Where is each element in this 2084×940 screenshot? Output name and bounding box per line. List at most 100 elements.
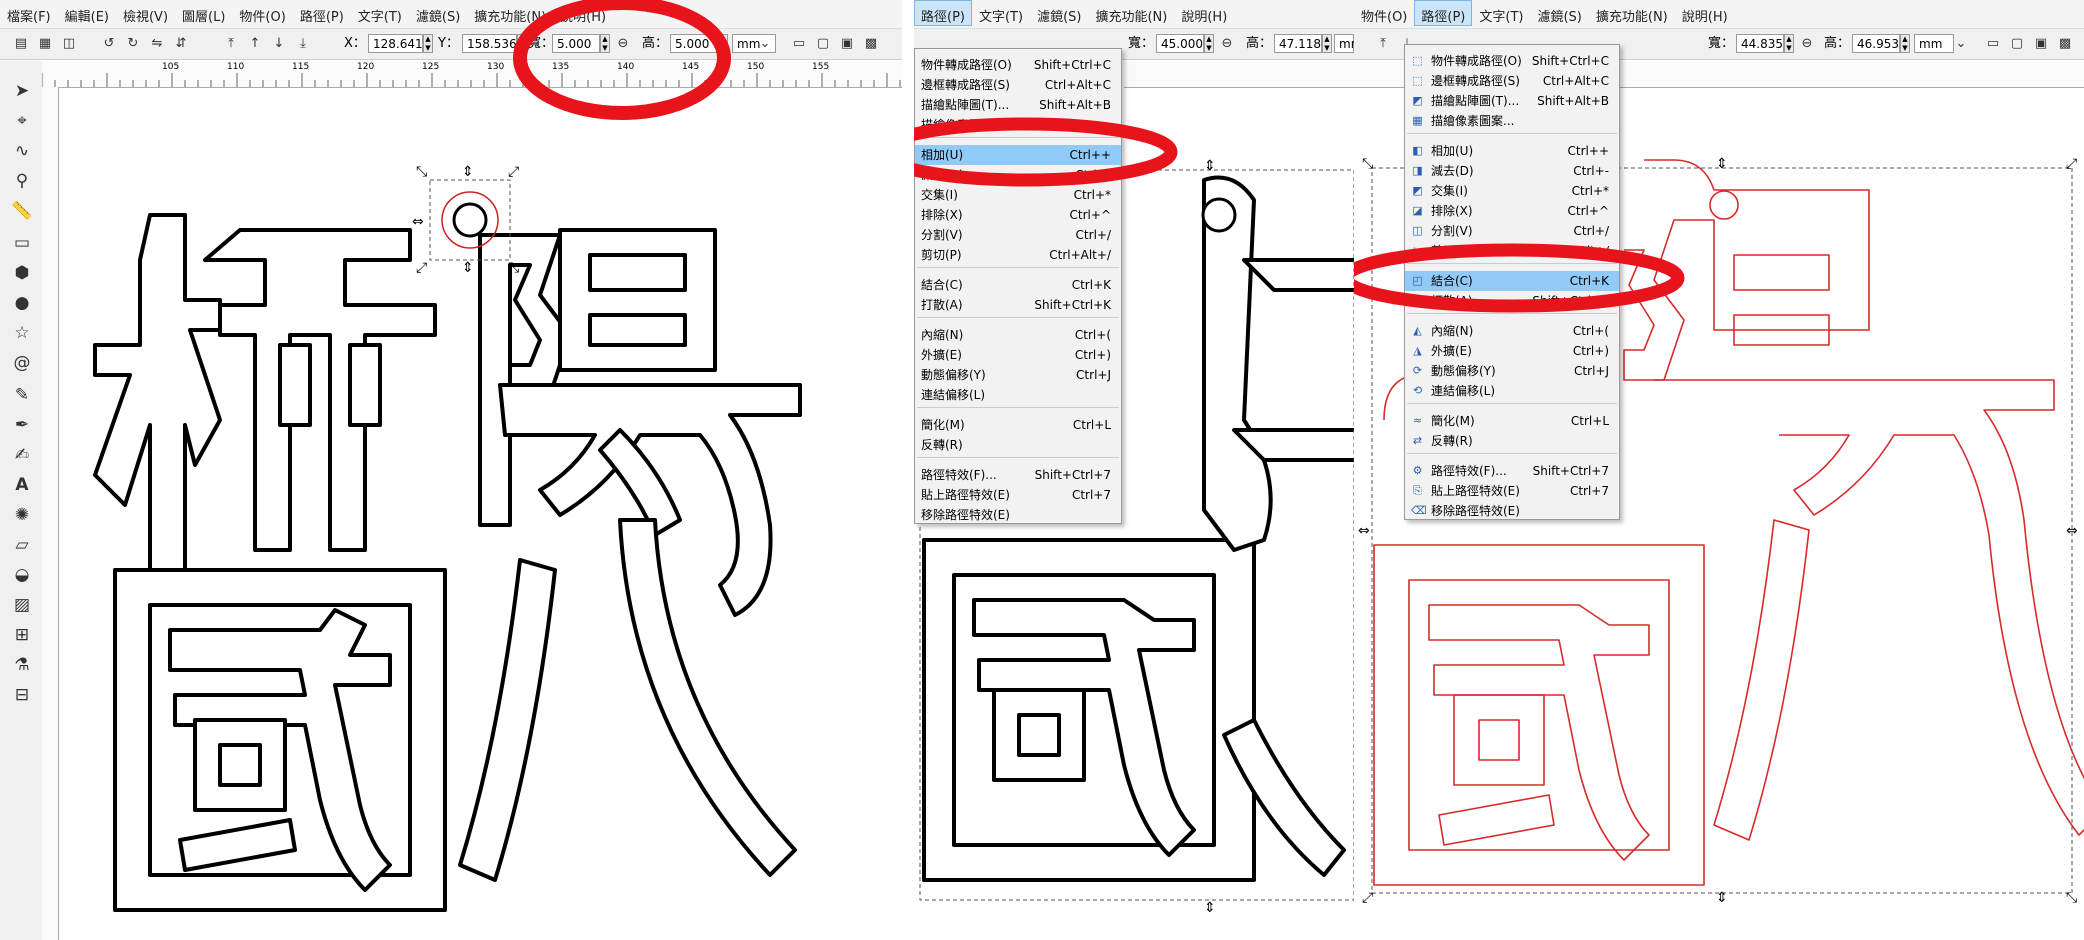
menu-item[interactable]: 描繪點陣圖(T)... Shift+Alt+B [915, 95, 1121, 115]
resize-handle-e: ⇔ [2066, 523, 2078, 539]
menu-separator [917, 137, 1119, 138]
menu-item[interactable]: ⟲ 連結偏移(L) [1405, 381, 1619, 401]
menu-item[interactable]: 描繪像素圖案... [915, 115, 1121, 135]
menu-item-icon: ◰ [1412, 274, 1423, 287]
menu-item[interactable]: 減去(D) Ctrl+- [915, 165, 1121, 185]
menu-item-icon: ≈ [1412, 414, 1423, 427]
menu-item[interactable]: 外擴(E) Ctrl+) [915, 345, 1121, 365]
menu-item[interactable]: ◫ 分割(V) Ctrl+/ [1405, 221, 1619, 241]
glyph-outline [178, 818, 297, 872]
menu-item[interactable]: 剪切(P) Ctrl+Alt+/ [915, 245, 1121, 265]
menu-item-label: 打散(A) [921, 298, 963, 312]
menu-item-shortcut: Ctrl+* [1073, 188, 1111, 202]
resize-handle-se: ⤡ [2066, 890, 2077, 906]
menu-item-icon: ◩ [1412, 184, 1423, 197]
menu-item-label: 連結偏移(L) [1431, 384, 1496, 398]
menu-item[interactable]: 相加(U) Ctrl++ [915, 145, 1121, 165]
menu-item-label: 移除路徑特效(E) [1431, 504, 1520, 518]
glyph-outline [1654, 379, 2084, 836]
menu-separator [1407, 403, 1617, 404]
menu-item-icon: ⬚ [1412, 54, 1423, 67]
menu-item-shortcut: Ctrl+J [1574, 364, 1609, 378]
menu-item[interactable]: ⌫ 移除路徑特效(E) [1405, 501, 1619, 521]
menu-item[interactable]: ◧ 相加(U) Ctrl++ [1405, 141, 1619, 161]
menu-item[interactable]: 物件轉成路徑(O) Shift+Ctrl+C [915, 55, 1121, 75]
menu-item[interactable]: ≈ 簡化(M) Ctrl+L [1405, 411, 1619, 431]
menu-item-label: 打散(A) [1431, 294, 1473, 308]
glyph-outline [93, 213, 222, 597]
resize-handle-w: ⇔ [412, 214, 424, 230]
menu-item-label: 動態偏移(Y) [1431, 364, 1496, 378]
menu-item[interactable]: 邊框轉成路徑(S) Ctrl+Alt+C [915, 75, 1121, 95]
menu-item[interactable]: ◭ 內縮(N) Ctrl+( [1405, 321, 1619, 341]
menu-item[interactable]: 連結偏移(L) [915, 385, 1121, 405]
resize-handle-s: ⇕ [1204, 900, 1216, 916]
menu-item[interactable]: 路徑特效(F)... Shift+Ctrl+7 [915, 465, 1121, 485]
menu-item[interactable]: 排除(X) Ctrl+^ [915, 205, 1121, 225]
menu-item-label: 減去(D) [1431, 164, 1474, 178]
menu-item-icon: ✂ [1412, 244, 1423, 257]
menu-item[interactable]: 反轉(R) [915, 435, 1121, 455]
menu-item[interactable]: ▦ 描繪像素圖案... [1405, 111, 1619, 131]
menu-item-icon: ⟲ [1412, 384, 1423, 397]
menu-item[interactable]: ◨ 減去(D) Ctrl+- [1405, 161, 1619, 181]
menu-item[interactable]: ⎘ 貼上路徑特效(E) Ctrl+7 [1405, 481, 1619, 501]
menu-item[interactable]: 移除路徑特效(E) [915, 505, 1121, 525]
path-menu-dropdown: ⬚ 物件轉成路徑(O) Shift+Ctrl+C ⬚ 邊框轉成路徑(S) Ctrl+Alt… [1404, 44, 1620, 520]
menu-item-icon: ⬚ [1412, 74, 1423, 87]
menu-item-label: 交集(I) [921, 188, 958, 202]
canvas-artwork[interactable]: ⤡ ⇕ ⤢ ⤢ ⇕ ⤡ ⇔ [0, 0, 902, 940]
menu-separator [1407, 133, 1617, 134]
resize-handle-sw: ⤢ [1362, 890, 1373, 906]
menu-item[interactable]: ◪ 排除(X) Ctrl+^ [1405, 201, 1619, 221]
menu-item-icon: ◳ [1412, 294, 1423, 307]
menu-item[interactable]: 交集(I) Ctrl+* [915, 185, 1121, 205]
menu-item[interactable]: 內縮(N) Ctrl+( [915, 325, 1121, 345]
menu-item[interactable]: ⚙ 路徑特效(F)... Shift+Ctrl+7 [1405, 461, 1619, 481]
menu-item[interactable]: ◳ 打散(A) Shift+Ctrl+K [1405, 291, 1619, 311]
menu-item-shortcut: Ctrl+^ [1567, 204, 1609, 218]
menu-item-label: 描繪點陣圖(T)... [1431, 94, 1520, 108]
menu-item-shortcut: Ctrl+* [1571, 184, 1609, 198]
menu-item-shortcut: Ctrl+Alt+C [1542, 74, 1609, 88]
menu-item-shortcut: Ctrl+J [1076, 368, 1111, 382]
menu-item-label: 分割(V) [921, 228, 963, 242]
menu-item[interactable]: ⬚ 邊框轉成路徑(S) Ctrl+Alt+C [1405, 71, 1619, 91]
menu-item-label: 減去(D) [921, 168, 964, 182]
menu-item-shortcut: Ctrl+) [1074, 348, 1111, 362]
menu-item[interactable]: ⇄ 反轉(R) [1405, 431, 1619, 451]
resize-handle-n: ⇕ [1716, 156, 1728, 172]
resize-handle-sw: ⤢ [416, 260, 427, 276]
menu-item[interactable]: 分割(V) Ctrl+/ [915, 225, 1121, 245]
menu-item-label: 外擴(E) [921, 348, 962, 362]
menu-item-label: 排除(X) [1431, 204, 1473, 218]
menu-item-label: 物件轉成路徑(O) [921, 58, 1012, 72]
menu-item-label: 描繪像素圖案... [1431, 114, 1515, 128]
menu-item[interactable]: 動態偏移(Y) Ctrl+J [915, 365, 1121, 385]
menu-item[interactable]: 結合(C) Ctrl+K [915, 275, 1121, 295]
menu-item[interactable]: ⬚ 物件轉成路徑(O) Shift+Ctrl+C [1405, 51, 1619, 71]
panel-inkscape-1: 檔案(F) 編輯(E) 檢視(V) 圖層(L) 物件(O) 路徑(P) 文字(T) 濾鏡(S)… [0, 0, 902, 940]
menu-item-label: 內縮(N) [1431, 324, 1474, 338]
menu-item-label: 反轉(R) [921, 438, 963, 452]
menu-item-shortcut: Shift+Ctrl+C [1033, 58, 1111, 72]
menu-item[interactable]: ◩ 描繪點陣圖(T)... Shift+Alt+B [1405, 91, 1619, 111]
small-ring [1709, 190, 1739, 220]
menu-item[interactable]: 貼上路徑特效(E) Ctrl+7 [915, 485, 1121, 505]
menu-item[interactable]: 簡化(M) Ctrl+L [915, 415, 1121, 435]
menu-item[interactable]: ⟳ 動態偏移(Y) Ctrl+J [1405, 361, 1619, 381]
menu-item-label: 外擴(E) [1431, 344, 1472, 358]
menu-item-label: 內縮(N) [921, 328, 964, 342]
menu-item[interactable]: 打散(A) Shift+Ctrl+K [915, 295, 1121, 315]
glyph-outline [1713, 519, 1810, 841]
menu-item[interactable]: ◩ 交集(I) Ctrl+* [1405, 181, 1619, 201]
menu-item-shortcut: Ctrl+- [1075, 168, 1111, 182]
glyph-outline [1733, 254, 1830, 346]
menu-item-label: 分割(V) [1431, 224, 1473, 238]
menu-item[interactable]: ◰ 結合(C) Ctrl+K [1405, 271, 1619, 291]
menu-item[interactable]: ◮ 外擴(E) Ctrl+) [1405, 341, 1619, 361]
glyph-outline [1242, 258, 1354, 292]
menu-item-icon: ◧ [1412, 144, 1423, 157]
menu-item[interactable]: ✂ 剪切(P) Ctrl+Alt+/ [1405, 241, 1619, 261]
menu-item-label: 結合(C) [921, 278, 963, 292]
